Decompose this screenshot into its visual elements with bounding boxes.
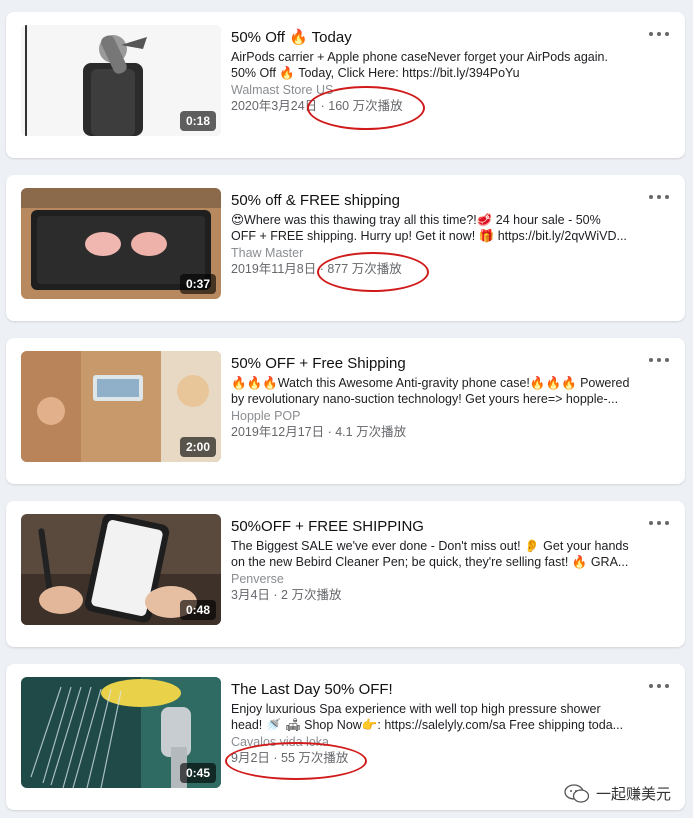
ad-source[interactable]: Hopple POP — [231, 408, 649, 424]
ad-title[interactable]: 50%OFF + FREE SHIPPING — [231, 517, 649, 536]
description-line-2: head! 🚿 🛋 Shop Now👉: https://salelyly.co… — [231, 718, 624, 732]
view-count: 160 万次播放 — [328, 99, 403, 113]
post-date: 2019年11月8日 — [231, 262, 317, 276]
ad-description: The Biggest SALE we've ever done - Don't… — [231, 538, 649, 570]
ad-title[interactable]: The Last Day 50% OFF! — [231, 680, 649, 699]
meta-separator: · — [324, 425, 336, 439]
meta-separator: · — [316, 262, 328, 276]
ad-meta: 2019年12月17日 · 4.1 万次播放 — [231, 424, 649, 440]
ad-meta: 3月4日 · 2 万次播放 — [231, 587, 649, 603]
ad-source[interactable]: Cavalos vida loka — [231, 734, 649, 750]
more-options-icon[interactable] — [649, 519, 669, 527]
description-line-2: on the new Bebird Cleaner Pen; be quick,… — [231, 555, 629, 569]
description-line-2: by revolutionary nano-suction technology… — [231, 392, 619, 406]
ad-card-3[interactable]: 2:00 50% OFF + Free Shipping 🔥🔥🔥Watch th… — [6, 338, 685, 484]
post-date: 2019年12月17日 — [231, 425, 325, 439]
ad-title[interactable]: 50% OFF + Free Shipping — [231, 354, 649, 373]
view-count: 4.1 万次播放 — [335, 425, 407, 439]
post-date: 2020年3月24日 — [231, 99, 318, 113]
video-thumbnail[interactable]: 2:00 — [21, 351, 221, 462]
ad-meta: 9月2日 · 55 万次播放 — [231, 750, 649, 766]
post-date: 9月2日 — [231, 751, 270, 765]
wechat-icon — [564, 783, 590, 804]
watermark-text: 一起赚美元 — [595, 785, 671, 803]
video-duration: 0:48 — [179, 600, 216, 620]
ad-description: 😍Where was this thawing tray all this ti… — [231, 212, 649, 244]
video-thumbnail[interactable]: 0:48 — [21, 514, 221, 625]
ad-description: Enjoy luxurious Spa experience with well… — [231, 701, 649, 733]
video-duration: 0:37 — [179, 274, 216, 294]
description-line-1: 😍Where was this thawing tray all this ti… — [231, 213, 601, 227]
ad-description: 🔥🔥🔥Watch this Awesome Anti-gravity phone… — [231, 375, 649, 407]
more-options-icon[interactable] — [649, 356, 669, 364]
description-line-2: OFF + FREE shipping. Hurry up! Get it no… — [231, 229, 627, 243]
ad-card-4[interactable]: 0:48 50%OFF + FREE SHIPPING The Biggest … — [6, 501, 685, 647]
ad-source[interactable]: Penverse — [231, 571, 649, 587]
description-line-2: 50% Off 🔥 Today, Click Here: https://bit… — [231, 66, 520, 80]
view-count: 55 万次播放 — [281, 751, 349, 765]
ad-description: AirPods carrier + Apple phone caseNever … — [231, 49, 649, 81]
more-options-icon[interactable] — [649, 193, 669, 201]
description-line-1: Enjoy luxurious Spa experience with well… — [231, 702, 601, 716]
view-count: 877 万次播放 — [327, 262, 402, 276]
ad-card-2[interactable]: 0:37 50% off & FREE shipping 😍Where was … — [6, 175, 685, 321]
description-line-1: AirPods carrier + Apple phone caseNever … — [231, 50, 608, 64]
description-line-1: 🔥🔥🔥Watch this Awesome Anti-gravity phone… — [231, 376, 630, 390]
view-count: 2 万次播放 — [281, 588, 342, 602]
ad-title[interactable]: 50% off & FREE shipping — [231, 191, 649, 210]
post-date: 3月4日 — [231, 588, 270, 602]
ad-source[interactable]: Walmast Store US — [231, 82, 649, 98]
more-options-icon[interactable] — [649, 682, 669, 690]
ad-meta: 2020年3月24日 · 160 万次播放 — [231, 98, 649, 114]
video-duration: 2:00 — [179, 437, 216, 457]
video-thumbnail[interactable]: 0:37 — [21, 188, 221, 299]
more-options-icon[interactable] — [649, 30, 669, 38]
description-line-1: The Biggest SALE we've ever done - Don't… — [231, 539, 629, 553]
meta-separator: · — [269, 751, 282, 765]
ad-source[interactable]: Thaw Master — [231, 245, 649, 261]
video-thumbnail[interactable]: 0:45 — [21, 677, 221, 788]
video-thumbnail[interactable]: 0:18 — [21, 25, 221, 136]
video-duration: 0:45 — [179, 763, 216, 783]
ad-card-1[interactable]: 0:18 50% Off 🔥 Today AirPods carrier + A… — [6, 12, 685, 158]
video-duration: 0:18 — [179, 111, 216, 131]
meta-separator: · — [269, 588, 282, 602]
meta-separator: · — [317, 99, 329, 113]
ad-meta: 2019年11月8日 · 877 万次播放 — [231, 261, 649, 277]
wechat-watermark: 一起赚美元 — [564, 783, 671, 804]
ad-title[interactable]: 50% Off 🔥 Today — [231, 28, 649, 47]
